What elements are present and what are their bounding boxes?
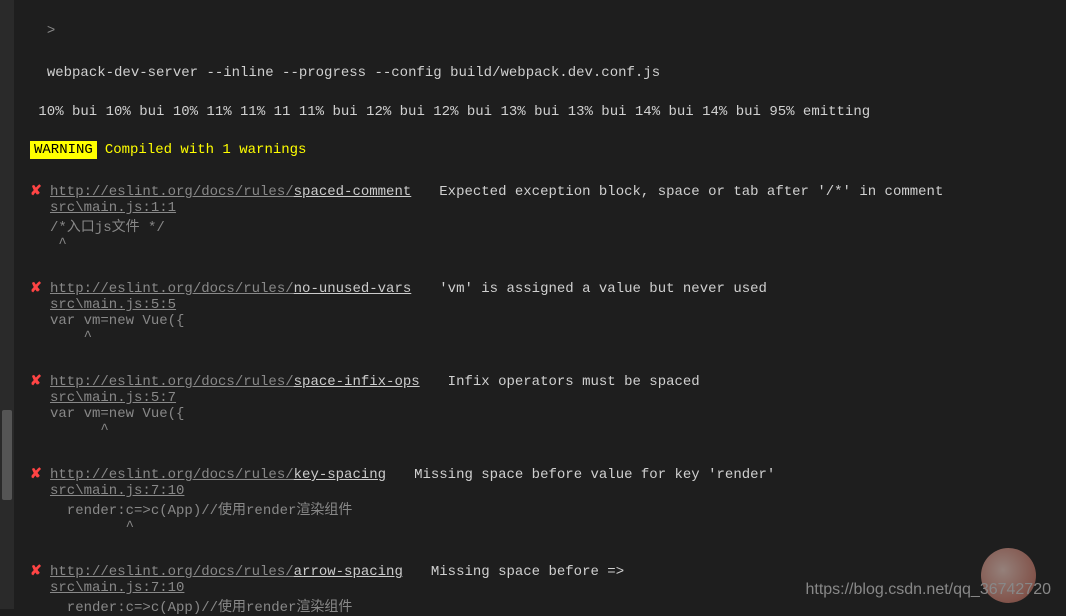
- code-line: render:c=>c(App)//使用render渲染组件: [30, 596, 1036, 616]
- file-location[interactable]: src\main.js:7:10: [30, 483, 1036, 499]
- warning-badge: WARNING: [30, 141, 97, 159]
- scrollbar-thumb[interactable]: [2, 410, 12, 500]
- file-location[interactable]: src\main.js:5:5: [30, 297, 1036, 313]
- code-line: render:c=>c(App)//使用render渲染组件: [30, 499, 1036, 519]
- rule-link-base[interactable]: http://eslint.org/docs/rules/: [50, 374, 294, 390]
- error-message: Missing space before =>: [431, 564, 624, 580]
- command-line: > webpack-dev-server --inline --progress…: [30, 0, 1036, 84]
- error-message: 'vm' is assigned a value but never used: [439, 281, 767, 297]
- error-header: ✘http://eslint.org/docs/rules/space-infi…: [30, 373, 1036, 390]
- error-block: ✘http://eslint.org/docs/rules/no-unused-…: [30, 280, 1036, 345]
- rule-link-name[interactable]: key-spacing: [294, 467, 386, 483]
- rule-link-name[interactable]: arrow-spacing: [294, 564, 403, 580]
- error-header: ✘http://eslint.org/docs/rules/arrow-spac…: [30, 563, 1036, 580]
- rule-link-name[interactable]: space-infix-ops: [294, 374, 420, 390]
- rule-link-base[interactable]: http://eslint.org/docs/rules/: [50, 564, 294, 580]
- error-x-icon: ✘: [30, 183, 50, 200]
- error-header: ✘http://eslint.org/docs/rules/no-unused-…: [30, 280, 1036, 297]
- watermark-text: https://blog.csdn.net/qq_36742720: [805, 581, 1051, 599]
- code-line: var vm=new Vue({: [30, 406, 1036, 422]
- errors-container: ✘http://eslint.org/docs/rules/spaced-com…: [30, 183, 1036, 616]
- rule-link-base[interactable]: http://eslint.org/docs/rules/: [50, 467, 294, 483]
- error-block: ✘http://eslint.org/docs/rules/spaced-com…: [30, 183, 1036, 252]
- error-header: ✘http://eslint.org/docs/rules/key-spacin…: [30, 466, 1036, 483]
- file-location[interactable]: src\main.js:1:1: [30, 200, 1036, 216]
- command-text: webpack-dev-server --inline --progress -…: [47, 65, 660, 81]
- scrollbar-track[interactable]: [0, 0, 14, 609]
- rule-link-base[interactable]: http://eslint.org/docs/rules/: [50, 281, 294, 297]
- caret-indicator: ^: [30, 519, 1036, 535]
- error-message: Expected exception block, space or tab a…: [439, 184, 943, 200]
- error-message: Missing space before value for key 'rend…: [414, 467, 775, 483]
- error-header: ✘http://eslint.org/docs/rules/spaced-com…: [30, 183, 1036, 200]
- error-x-icon: ✘: [30, 373, 50, 390]
- code-line: /*入口js文件 */: [30, 216, 1036, 236]
- error-message: Infix operators must be spaced: [448, 374, 700, 390]
- rule-link-name[interactable]: spaced-comment: [294, 184, 412, 200]
- caret-indicator: ^: [30, 236, 1036, 252]
- caret-indicator: ^: [30, 422, 1036, 438]
- error-block: ✘http://eslint.org/docs/rules/key-spacin…: [30, 466, 1036, 535]
- rule-link-name[interactable]: no-unused-vars: [294, 281, 412, 297]
- file-location[interactable]: src\main.js:5:7: [30, 390, 1036, 406]
- warning-text: Compiled with 1 warnings: [105, 142, 307, 158]
- rule-link-base[interactable]: http://eslint.org/docs/rules/: [50, 184, 294, 200]
- prompt-prefix: >: [47, 23, 55, 39]
- error-block: ✘http://eslint.org/docs/rules/space-infi…: [30, 373, 1036, 438]
- error-x-icon: ✘: [30, 466, 50, 483]
- progress-line: 10% bui 10% bui 10% 11% 11% 11 11% bui 1…: [30, 102, 1036, 123]
- warning-row: WARNING Compiled with 1 warnings: [30, 141, 1036, 159]
- code-line: var vm=new Vue({: [30, 313, 1036, 329]
- error-x-icon: ✘: [30, 280, 50, 297]
- error-x-icon: ✘: [30, 563, 50, 580]
- caret-indicator: ^: [30, 329, 1036, 345]
